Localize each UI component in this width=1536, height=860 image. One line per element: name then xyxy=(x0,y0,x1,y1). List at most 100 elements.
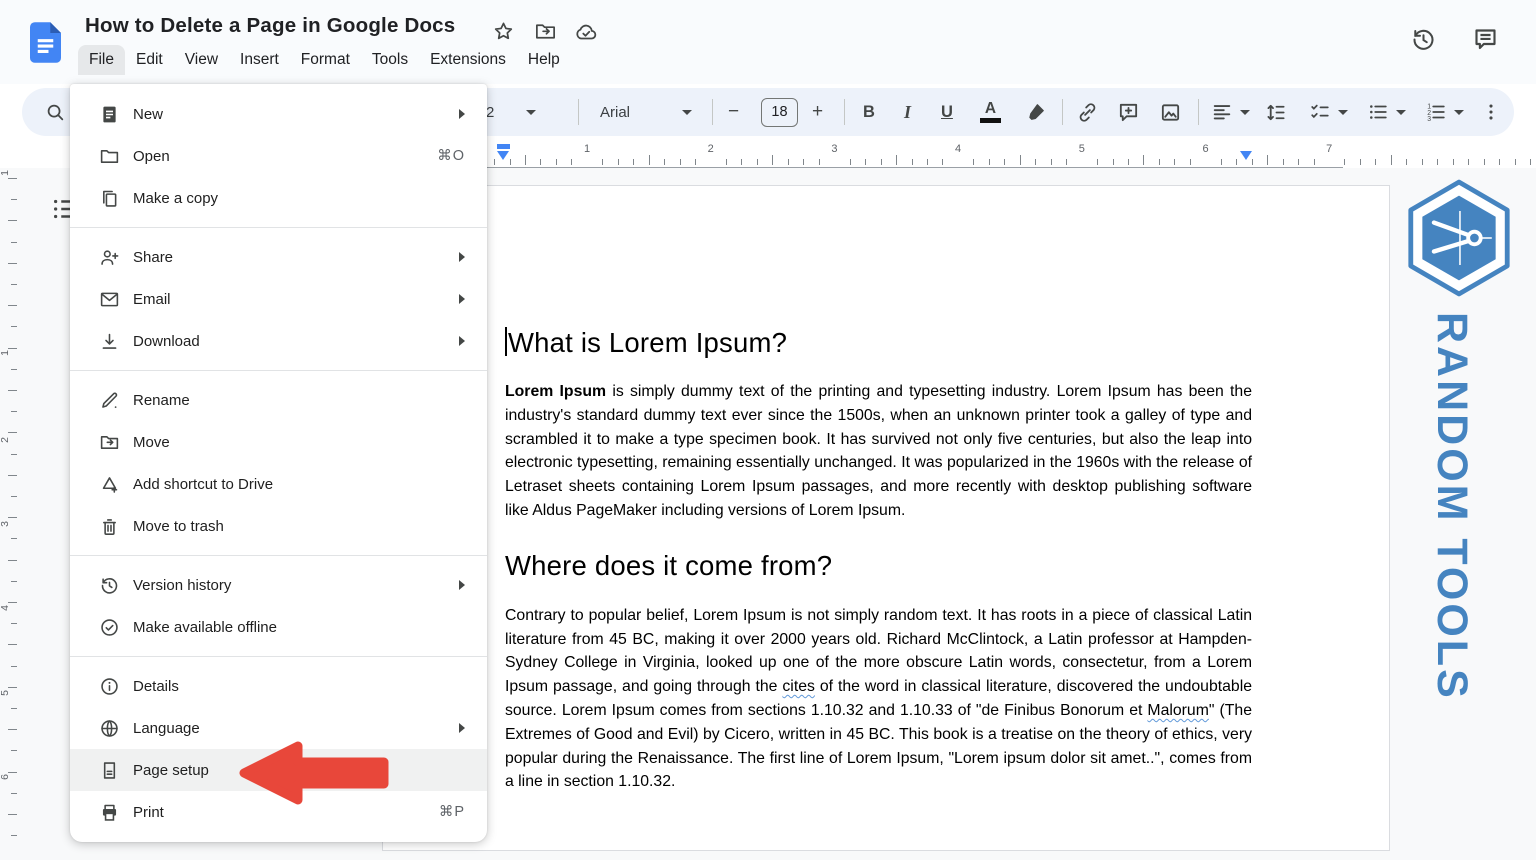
move-to-folder-icon[interactable] xyxy=(534,20,557,43)
document-page[interactable]: What is Lorem Ipsum? Lorem Ipsum is simp… xyxy=(382,185,1390,851)
menu-item-shortcut: ⌘P xyxy=(439,804,465,820)
person-add-icon xyxy=(99,247,120,268)
ruler-tick xyxy=(680,159,681,165)
file-menu-item-email[interactable]: Email xyxy=(70,278,487,320)
ruler-tick xyxy=(494,159,495,165)
menubar-item-edit[interactable]: Edit xyxy=(125,45,174,75)
ruler-number: 2 xyxy=(0,437,11,443)
menu-item-label: Language xyxy=(133,720,459,737)
menubar-item-format[interactable]: Format xyxy=(290,45,361,75)
menu-item-label: Email xyxy=(133,291,459,308)
ruler-tick xyxy=(11,326,17,327)
line-spacing-button[interactable] xyxy=(1264,88,1287,136)
increase-font-size-button[interactable]: + xyxy=(812,88,823,136)
ruler-tick xyxy=(927,159,928,165)
menu-item-label: New xyxy=(133,106,459,123)
comments-icon[interactable] xyxy=(1472,26,1499,53)
google-docs-window: 1123456 What is Lorem Ipsum? Lorem Ipsum… xyxy=(0,0,1536,860)
ruler-tick xyxy=(11,454,17,455)
file-menu-item-download[interactable]: Download xyxy=(70,320,487,362)
ruler-tick xyxy=(633,159,634,165)
pencil-icon xyxy=(99,390,120,411)
file-menu-item-make-a-copy[interactable]: Make a copy xyxy=(70,177,487,219)
menubar-item-extensions[interactable]: Extensions xyxy=(419,45,517,75)
offline-check-icon xyxy=(99,617,120,638)
bold-button[interactable]: B xyxy=(863,88,875,136)
chevron-down-icon xyxy=(1454,110,1464,115)
decrease-font-size-button[interactable]: − xyxy=(728,88,739,136)
underline-button[interactable]: U xyxy=(941,88,953,136)
ruler-tick xyxy=(1283,159,1284,165)
menubar-item-insert[interactable]: Insert xyxy=(229,45,290,75)
file-menu-item-details[interactable]: Details xyxy=(70,665,487,707)
vertical-ruler[interactable]: 1123456 xyxy=(0,168,20,860)
ruler-tick xyxy=(1453,159,1454,165)
ruler-tick xyxy=(1422,159,1423,165)
file-menu-item-move-to-trash[interactable]: Move to trash xyxy=(70,505,487,547)
more-options-button[interactable] xyxy=(1480,88,1502,136)
ruler-tick xyxy=(11,793,17,794)
styles-dropdown[interactable]: 2 xyxy=(486,88,536,136)
menubar-item-help[interactable]: Help xyxy=(517,45,571,75)
first-line-indent-marker[interactable] xyxy=(497,144,510,149)
right-indent-marker[interactable] xyxy=(1240,151,1252,160)
ruler-tick xyxy=(1298,159,1299,165)
ruler-tick xyxy=(989,159,990,165)
ruler-tick xyxy=(11,538,17,539)
insert-link-button[interactable] xyxy=(1076,88,1099,136)
text-color-button[interactable]: A xyxy=(980,88,1001,136)
highlight-color-button[interactable] xyxy=(1025,88,1047,136)
numbered-list-dropdown[interactable]: 1 2 3 xyxy=(1425,88,1464,136)
bulleted-list-dropdown[interactable] xyxy=(1367,88,1406,136)
file-menu-item-rename[interactable]: Rename xyxy=(70,379,487,421)
ruler-tick xyxy=(1499,159,1500,165)
menubar-item-file[interactable]: File xyxy=(78,45,125,75)
copy-icon xyxy=(99,188,120,209)
file-menu-item-new[interactable]: New xyxy=(70,93,487,135)
ruler-tick xyxy=(881,159,882,165)
ruler-tick xyxy=(8,772,17,773)
file-menu-item-add-shortcut-to-drive[interactable]: Add shortcut to Drive xyxy=(70,463,487,505)
menu-item-label: Add shortcut to Drive xyxy=(133,476,465,493)
ruler-tick xyxy=(865,159,866,165)
left-indent-marker[interactable] xyxy=(497,151,509,160)
file-menu-item-share[interactable]: Share xyxy=(70,236,487,278)
star-icon[interactable] xyxy=(492,20,515,43)
toolbar-divider xyxy=(1062,99,1063,125)
file-menu-item-move[interactable]: Move xyxy=(70,421,487,463)
menubar-item-tools[interactable]: Tools xyxy=(361,45,419,75)
google-docs-icon[interactable] xyxy=(30,22,61,63)
menubar-item-view[interactable]: View xyxy=(174,45,229,75)
ruler-tick xyxy=(850,159,851,165)
version-history-icon[interactable] xyxy=(1410,26,1437,53)
add-comment-button[interactable] xyxy=(1117,88,1140,136)
download-icon xyxy=(99,331,120,352)
italic-button[interactable]: I xyxy=(904,88,911,136)
random-tools-logo xyxy=(1405,177,1513,299)
document-title[interactable]: How to Delete a Page in Google Docs xyxy=(85,14,455,38)
ruler-tick xyxy=(664,159,665,165)
menu-item-label: Details xyxy=(133,678,465,695)
ruler-number: 3 xyxy=(0,521,11,527)
cloud-saved-icon[interactable] xyxy=(574,20,597,43)
file-menu-item-version-history[interactable]: Version history xyxy=(70,564,487,606)
ruler-tick xyxy=(1314,159,1315,165)
file-menu: New Open⌘OMake a copy Share Email Download Re… xyxy=(70,84,487,842)
insert-image-button[interactable] xyxy=(1159,88,1182,136)
align-dropdown[interactable] xyxy=(1211,88,1250,136)
paragraph-text: Lorem Ipsum xyxy=(505,383,606,400)
font-dropdown[interactable]: Arial xyxy=(600,88,692,136)
menu-divider xyxy=(70,656,487,657)
ruler-tick xyxy=(8,729,17,730)
spellcheck-flagged-word: cites xyxy=(782,678,814,695)
file-menu-item-make-available-offline[interactable]: Make available offline xyxy=(70,606,487,648)
ruler-number: 1 xyxy=(584,143,590,155)
font-size-field[interactable]: 18 xyxy=(761,88,798,136)
ruler-tick xyxy=(1344,159,1345,165)
file-menu-item-open[interactable]: Open⌘O xyxy=(70,135,487,177)
search-menus-button[interactable] xyxy=(44,88,66,136)
ruler-tick xyxy=(556,159,557,165)
doc-paragraph-1: Lorem Ipsum is simply dummy text of the … xyxy=(505,380,1252,523)
menu-item-label: Move xyxy=(133,434,465,451)
checklist-dropdown[interactable] xyxy=(1309,88,1348,136)
